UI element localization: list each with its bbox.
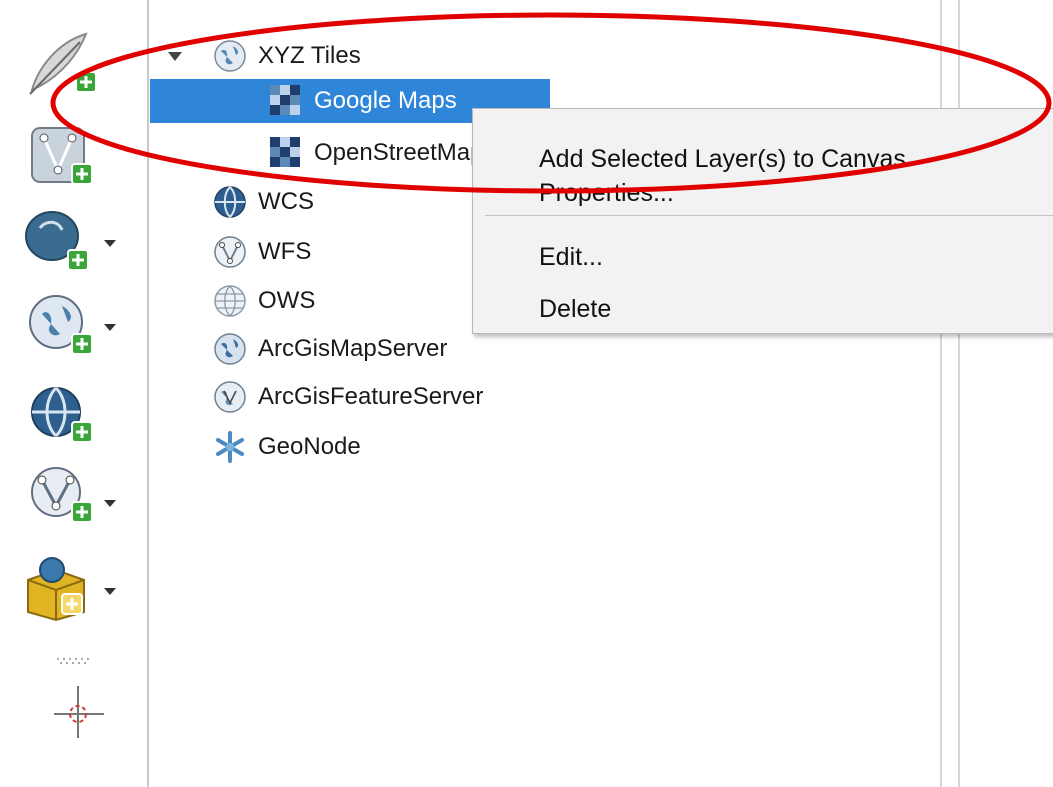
geonode-icon <box>216 431 244 463</box>
tree-item-label: WFS <box>258 238 312 265</box>
collapse-arrow-icon[interactable] <box>168 52 182 61</box>
tree-item-arcgis-map-server[interactable]: ArcGisMapServer <box>212 327 447 371</box>
tile-icon <box>270 85 300 115</box>
tree-item-wfs[interactable]: WFS <box>212 230 311 274</box>
tree-item-label: OpenStreetMap <box>314 139 484 166</box>
context-menu: Add Selected Layer(s) to Canvas Properti… <box>472 108 1053 334</box>
left-toolbar <box>0 0 148 787</box>
tree-item-geonode[interactable]: GeoNode <box>212 425 361 469</box>
add-spatialite-layer-icon[interactable] <box>22 554 112 622</box>
tree-item-ows[interactable]: OWS <box>212 279 315 323</box>
tile-icon <box>270 137 300 167</box>
toolbar-grip-icon[interactable] <box>55 657 93 665</box>
menu-item-edit[interactable]: Edit... <box>539 243 603 272</box>
add-wms-layer-icon[interactable] <box>24 292 114 356</box>
tree-item-label: Google Maps <box>314 87 457 114</box>
menu-item-properties[interactable]: Properties... <box>539 179 674 208</box>
menu-item-delete[interactable]: Delete <box>539 295 611 324</box>
globe-icon <box>214 381 246 413</box>
wfs-dropdown-arrow-icon[interactable] <box>104 500 116 507</box>
tree-item-label: GeoNode <box>258 433 361 460</box>
add-wcs-layer-icon[interactable] <box>24 382 114 446</box>
spatialite-dropdown-arrow-icon[interactable] <box>104 588 116 595</box>
globe-icon <box>214 186 246 218</box>
tree-item-label: WCS <box>258 188 314 215</box>
tree-item-openstreetmap[interactable]: OpenStreetMap <box>268 131 483 175</box>
menu-separator <box>485 215 1053 216</box>
crosshair-icon[interactable] <box>50 684 140 748</box>
new-layer-feather-icon[interactable] <box>18 28 108 95</box>
globe-icon <box>214 285 246 317</box>
tree-item-label: XYZ Tiles <box>258 42 361 69</box>
add-wfs-layer-icon[interactable] <box>24 462 114 526</box>
add-postgis-layer-icon[interactable] <box>22 208 112 272</box>
globe-icon <box>214 40 246 72</box>
tree-item-label: ArcGisMapServer <box>258 335 448 362</box>
tree-item-arcgis-feature-server[interactable]: ArcGisFeatureServer <box>212 375 483 419</box>
postgis-dropdown-arrow-icon[interactable] <box>104 240 116 247</box>
tree-item-wcs[interactable]: WCS <box>212 180 314 224</box>
tree-item-label: ArcGisFeatureServer <box>258 383 484 410</box>
wms-dropdown-arrow-icon[interactable] <box>104 324 116 331</box>
tree-item-label: OWS <box>258 287 316 314</box>
add-vector-layer-icon[interactable] <box>28 124 118 188</box>
globe-icon <box>214 236 246 268</box>
globe-icon <box>214 333 246 365</box>
tree-item-xyz-tiles[interactable]: XYZ Tiles <box>212 34 361 78</box>
menu-item-add-selected-layers[interactable]: Add Selected Layer(s) to Canvas <box>539 145 906 174</box>
